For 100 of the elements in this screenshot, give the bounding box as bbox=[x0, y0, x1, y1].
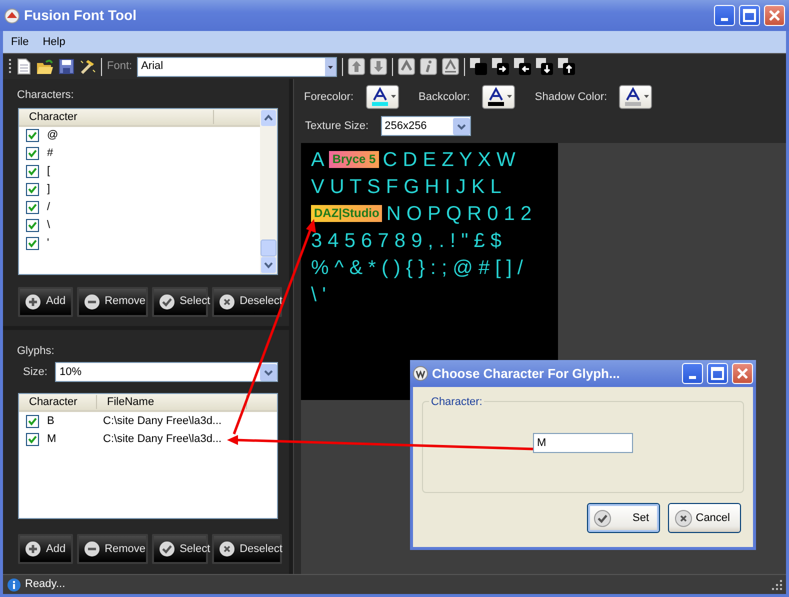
menu-item[interactable]: Help bbox=[42, 34, 66, 50]
column-header[interactable]: Character bbox=[19, 395, 97, 409]
italic-format-icon[interactable] bbox=[420, 58, 438, 75]
app-icon bbox=[4, 8, 20, 24]
checked-checkbox[interactable] bbox=[26, 129, 39, 142]
list-item-text: [ bbox=[47, 164, 50, 180]
size-label: Size: bbox=[23, 364, 48, 380]
plus-icon bbox=[25, 541, 41, 557]
color-label: Backcolor: bbox=[418, 90, 470, 105]
select-button[interactable]: Select bbox=[152, 534, 208, 564]
shadow-right-icon[interactable] bbox=[492, 58, 510, 75]
cancel-button[interactable]: Cancel bbox=[668, 503, 741, 533]
size-value: 10% bbox=[59, 364, 82, 380]
character-input[interactable]: M bbox=[533, 433, 633, 453]
checked-checkbox[interactable] bbox=[26, 201, 39, 214]
info-icon bbox=[7, 578, 21, 592]
minimize-button[interactable] bbox=[714, 5, 735, 26]
remove-button[interactable]: Remove bbox=[76, 534, 148, 564]
menu-item[interactable]: File bbox=[11, 34, 29, 50]
glyph-characters: \ ' bbox=[311, 284, 326, 306]
close-button[interactable] bbox=[732, 363, 753, 384]
glyph-characters: V U T S F G H I J K L bbox=[311, 176, 502, 198]
shadow-up-icon[interactable] bbox=[558, 58, 576, 75]
close-button[interactable] bbox=[764, 5, 785, 26]
status-text: Ready... bbox=[25, 577, 66, 592]
arrow-up-icon[interactable] bbox=[348, 58, 366, 75]
arrow-down-icon[interactable] bbox=[370, 58, 388, 75]
shadow-left-icon[interactable] bbox=[514, 58, 532, 75]
maximize-icon bbox=[708, 364, 727, 383]
vertical-scrollbar[interactable] bbox=[260, 108, 277, 274]
checked-checkbox[interactable] bbox=[26, 219, 39, 232]
checkmark-icon bbox=[158, 294, 175, 310]
underline-format-icon[interactable] bbox=[442, 58, 460, 75]
file-path-text: C:\site Dany Free\la3d... bbox=[103, 414, 222, 429]
size-combo[interactable]: 10% bbox=[55, 362, 278, 382]
add-button[interactable]: Add bbox=[18, 286, 73, 316]
color-picker-button[interactable] bbox=[482, 85, 515, 109]
section-label: Glyphs: bbox=[16, 344, 56, 358]
dropdown-arrow-icon bbox=[390, 95, 397, 99]
font-combo[interactable]: Arial bbox=[137, 56, 338, 76]
glyph-logo-image: DAZ|Studio bbox=[311, 205, 382, 222]
glyph-logo-image: Bryce 5 bbox=[329, 151, 379, 168]
glyph-characters: % ^ & * ( ) { } : ; @ # [ ] / bbox=[311, 257, 523, 279]
dialog-title: Choose Character For Glyph... bbox=[432, 364, 620, 383]
add-button[interactable]: Add bbox=[18, 534, 73, 564]
save-icon[interactable] bbox=[59, 59, 74, 74]
checkmark-icon bbox=[158, 541, 175, 557]
file-path-text: C:\site Dany Free\la3d... bbox=[103, 432, 222, 447]
checked-checkbox[interactable] bbox=[26, 165, 39, 178]
checked-checkbox[interactable] bbox=[26, 237, 39, 250]
maximize-button[interactable] bbox=[707, 363, 728, 384]
select-button[interactable]: Select bbox=[152, 286, 208, 316]
new-document-icon[interactable] bbox=[17, 58, 31, 75]
dropdown-arrow-icon bbox=[644, 95, 650, 99]
shadow-down-icon[interactable] bbox=[536, 58, 554, 75]
character-list[interactable]: Character @ # [ ] / \ ' bbox=[18, 108, 278, 274]
x-icon bbox=[218, 541, 235, 557]
glyph-list[interactable]: Character FileName B C:\site Dany Free\la3d... M C:\site Dany Free\la3d... bbox=[18, 393, 278, 519]
list-item-text: \ bbox=[47, 218, 50, 234]
minus-icon bbox=[84, 294, 100, 310]
texture-size-label: Texture Size: bbox=[305, 118, 369, 134]
list-item-text: / bbox=[47, 200, 50, 216]
magic-wand-icon[interactable] bbox=[79, 58, 96, 75]
deselect-button[interactable]: Deselect bbox=[212, 534, 282, 564]
texture-size-value: 256x256 bbox=[384, 118, 427, 134]
column-header[interactable]: FileName bbox=[97, 395, 247, 409]
toolbar-grip bbox=[9, 58, 12, 76]
dialog-app-icon bbox=[413, 366, 428, 381]
maximize-button[interactable] bbox=[739, 5, 760, 26]
section-label: Characters: bbox=[16, 88, 75, 103]
texture-size-combo[interactable]: 256x256 bbox=[380, 116, 471, 136]
plus-icon bbox=[25, 294, 41, 310]
list-item-text: # bbox=[47, 146, 54, 162]
minimize-button[interactable] bbox=[682, 363, 703, 384]
deselect-button[interactable]: Deselect bbox=[212, 286, 282, 316]
checked-checkbox[interactable] bbox=[26, 414, 39, 428]
glyph-characters: 3 4 5 6 7 8 9 , . ! " £ $ bbox=[311, 230, 502, 252]
checked-checkbox[interactable] bbox=[26, 147, 39, 160]
glyph-characters: A bbox=[311, 149, 324, 171]
folder-icon[interactable] bbox=[36, 58, 54, 74]
list-item-text: ] bbox=[47, 182, 50, 198]
list-item-text: ' bbox=[47, 236, 50, 252]
list-item-text: @ bbox=[47, 128, 58, 144]
checked-checkbox[interactable] bbox=[26, 183, 39, 196]
checked-checkbox[interactable] bbox=[26, 432, 39, 446]
glyph-characters: N O P Q R 0 1 2 bbox=[386, 203, 532, 225]
x-icon bbox=[675, 510, 692, 526]
color-picker-button[interactable] bbox=[619, 85, 652, 109]
font-label: Font: bbox=[107, 59, 132, 74]
resize-grip-icon[interactable] bbox=[772, 580, 782, 590]
ok-button[interactable]: Set bbox=[587, 503, 660, 533]
bold-format-icon[interactable] bbox=[398, 58, 416, 75]
color-label: Shadow Color: bbox=[534, 90, 608, 105]
maximize-icon bbox=[740, 6, 759, 25]
shadow-icon[interactable] bbox=[470, 58, 488, 75]
remove-button[interactable]: Remove bbox=[76, 286, 148, 316]
color-picker-button[interactable] bbox=[366, 85, 399, 109]
list-item-text: B bbox=[47, 414, 56, 429]
dropdown-arrow-icon bbox=[506, 95, 513, 99]
window-title: Fusion Font Tool bbox=[24, 6, 136, 25]
